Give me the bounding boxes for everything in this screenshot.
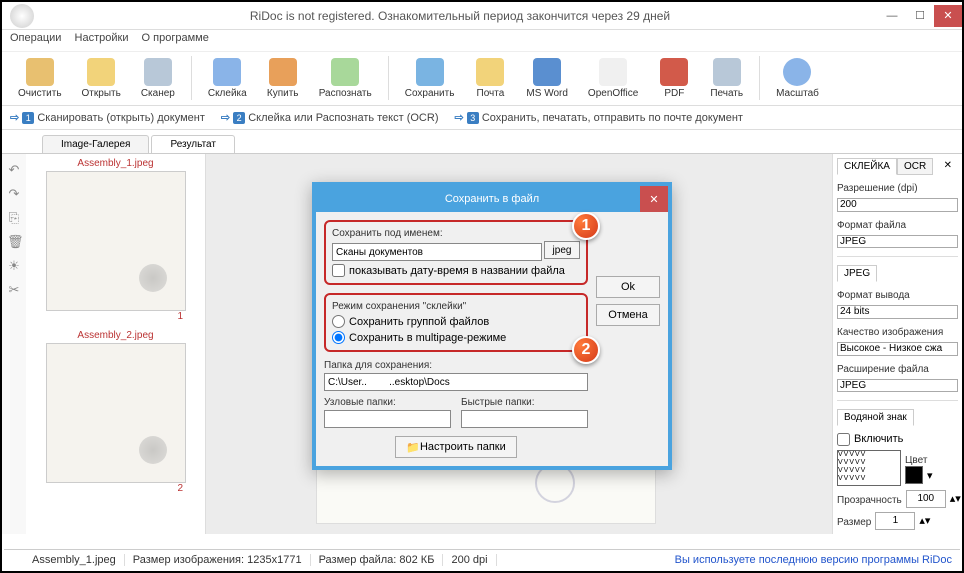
menu-about[interactable]: О программе [142,32,209,44]
pdf-button[interactable]: PDF [650,56,698,101]
status-imagesize: Размер изображения: 1235x1771 [125,554,311,566]
ocr-button[interactable]: Распознать [311,56,380,101]
ok-button[interactable]: Ok [596,276,660,298]
glue-button[interactable]: Склейка [200,56,255,101]
copy-icon[interactable]: ⎘ [7,210,21,224]
status-filesize: Размер файла: 802 КБ [311,554,444,566]
thumbnail-image [46,171,186,311]
color-picker[interactable] [905,466,923,484]
dialog-title: Сохранить в файл ✕ [316,186,668,212]
watermark-pattern[interactable]: VVVVVVVVVVVVVVVVVVVV [837,450,901,486]
menu-settings[interactable]: Настройки [75,32,129,44]
thumbnail-image [46,343,186,483]
thumbnail-panel: Assembly_1.jpeg 1 Assembly_2.jpeg 2 [26,154,206,534]
openoffice-button[interactable]: OpenOffice [580,56,646,101]
file-ext-label: jpeg [544,241,580,259]
folder-input[interactable] [324,373,588,391]
clear-button[interactable]: Очистить [10,56,70,101]
thumbnail-1[interactable]: Assembly_1.jpeg 1 [30,158,201,322]
delete-icon[interactable]: 🗑 [7,234,21,248]
dialog-close-button[interactable]: ✕ [640,186,668,212]
open-button[interactable]: Открыть [74,56,129,101]
menu-operations[interactable]: Операции [10,32,61,44]
format-select[interactable] [837,235,958,249]
buy-button[interactable]: Купить [259,56,307,101]
tab-watermark[interactable]: Водяной знак [837,409,914,426]
spinner-icon[interactable]: ▴▾ [950,492,961,505]
filename-input[interactable] [332,243,542,261]
cancel-button[interactable]: Отмена [596,304,660,326]
size-input[interactable] [875,512,915,530]
output-select[interactable] [837,305,958,319]
window-title: RiDoc is not registered. Ознакомительный… [42,9,878,23]
print-button[interactable]: Печать [702,56,751,101]
spinner-icon[interactable]: ▴▾ [919,514,930,527]
tab-glue[interactable]: СКЛЕЙКА [837,158,897,175]
scanner-button[interactable]: Сканер [133,56,183,101]
fast-folders-select[interactable] [461,410,588,428]
maximize-button[interactable]: ☐ [906,5,934,27]
app-icon [10,4,34,28]
resolution-select[interactable] [837,198,958,212]
rotate-right-icon[interactable]: ↷ [7,186,21,200]
brightness-icon[interactable]: ☀ [7,258,21,272]
extension-select[interactable] [837,379,958,393]
main-tabs: Image-Галерея Результат [2,130,962,154]
status-dpi: 200 dpi [443,554,496,566]
save-mode-group: 2 Режим сохранения "склейки" Сохранить г… [324,293,588,352]
status-version-link[interactable]: Вы используете последнюю версию программ… [667,554,960,566]
node-folders-select[interactable] [324,410,451,428]
mode-group-radio[interactable]: Сохранить группой файлов [332,315,580,328]
opacity-input[interactable] [906,490,946,508]
toolbar: Очистить Открыть Сканер Склейка Купить Р… [2,52,962,106]
tab-ocr[interactable]: OCR [897,158,933,175]
save-dialog: Сохранить в файл ✕ 1 Сохранить под имене… [312,182,672,470]
callout-badge-1: 1 [572,212,600,240]
crop-icon[interactable]: ✂ [7,282,21,296]
tab-gallery[interactable]: Image-Галерея [42,135,149,153]
stepbar: ⇨ 1 Сканировать (открыть) документ ⇨ 2 С… [2,106,962,130]
minimize-button[interactable]: — [878,5,906,27]
configure-folders-button[interactable]: 📁 Настроить папки [395,436,517,458]
right-panel: СКЛЕЙКА OCR ✕ Разрешение (dpi) Формат фа… [832,154,962,534]
mail-button[interactable]: Почта [466,56,514,101]
statusbar: Assembly_1.jpeg Размер изображения: 1235… [4,549,960,569]
panel-close-icon[interactable]: ✕ [938,158,958,175]
quality-select[interactable] [837,342,958,356]
save-button[interactable]: Сохранить [397,56,463,101]
show-datetime-checkbox[interactable]: показывать дату-время в названии файла [332,264,580,277]
thumbnail-2[interactable]: Assembly_2.jpeg 2 [30,330,201,494]
watermark-enable-checkbox[interactable]: Включить [837,433,958,446]
word-button[interactable]: MS Word [518,56,576,101]
titlebar: RiDoc is not registered. Ознакомительный… [2,2,962,30]
close-button[interactable]: ✕ [934,5,962,27]
left-toolbar: ↶ ↷ ⎘ 🗑 ☀ ✂ [2,154,26,534]
callout-badge-2: 2 [572,336,600,364]
status-filename: Assembly_1.jpeg [24,554,125,566]
mode-multipage-radio[interactable]: Сохранить в multipage-режиме [332,331,580,344]
dropdown-icon[interactable]: ▾ [927,469,933,482]
tab-result[interactable]: Результат [151,135,234,153]
filename-group: 1 Сохранить под именем: jpeg показывать … [324,220,588,285]
tab-jpeg[interactable]: JPEG [837,265,877,282]
rotate-left-icon[interactable]: ↶ [7,162,21,176]
menubar: Операции Настройки О программе [2,30,962,52]
zoom-button[interactable]: Масштаб [768,56,827,101]
